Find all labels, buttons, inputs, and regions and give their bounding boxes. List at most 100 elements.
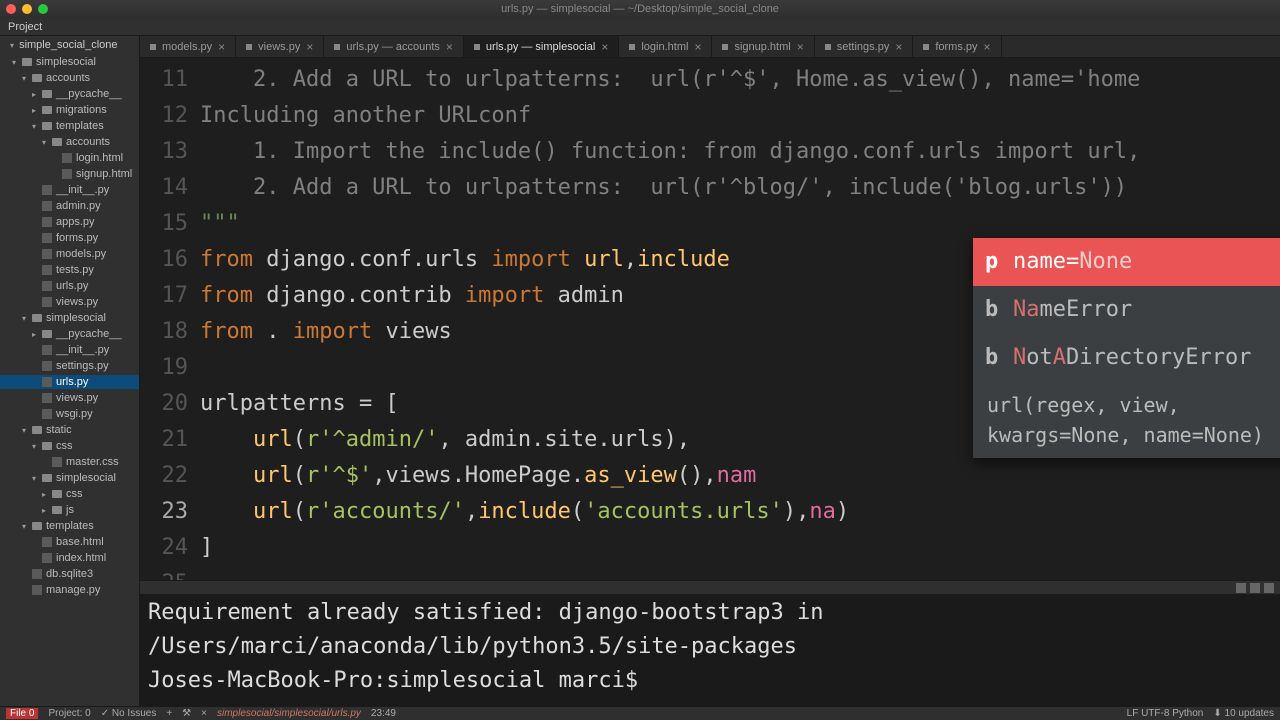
sidebar-file[interactable]: __init__.py bbox=[0, 343, 139, 357]
code-line[interactable]: 2. Add a URL to urlpatterns: url(r'^blog… bbox=[200, 170, 1280, 206]
close-icon[interactable] bbox=[1264, 583, 1274, 593]
code-line[interactable]: 2. Add a URL to urlpatterns: url(r'^$', … bbox=[200, 62, 1280, 98]
editor-tab[interactable]: login.html× bbox=[619, 36, 712, 57]
editor-tab[interactable]: urls.py — simplesocial× bbox=[464, 36, 619, 57]
autocomplete-item[interactable]: bNameError bbox=[973, 286, 1280, 334]
code-line[interactable]: 1. Import the include() function: from d… bbox=[200, 134, 1280, 170]
close-icon[interactable]: × bbox=[306, 40, 313, 54]
autocomplete-item[interactable]: bNotADirectoryError bbox=[973, 334, 1280, 382]
encoding-status[interactable]: LF UTF-8 Python bbox=[1127, 708, 1204, 719]
project-sidebar[interactable]: ▾ simple_social_clone ▾simplesocial▾acco… bbox=[0, 36, 140, 706]
sidebar-file[interactable]: tests.py bbox=[0, 263, 139, 277]
editor-tab[interactable]: forms.py× bbox=[913, 36, 1001, 57]
sidebar-file[interactable]: apps.py bbox=[0, 215, 139, 229]
terminal-panel[interactable]: Requirement already satisfied: django-bo… bbox=[140, 594, 1280, 706]
editor-tab[interactable]: settings.py× bbox=[815, 36, 914, 57]
code-line[interactable] bbox=[200, 566, 1280, 580]
tree-item-label: css bbox=[56, 440, 73, 452]
sidebar-folder[interactable]: ▾simplesocial bbox=[0, 311, 139, 325]
sidebar-file[interactable]: urls.py bbox=[0, 375, 139, 389]
sidebar-file[interactable]: master.css bbox=[0, 455, 139, 469]
panel-icon[interactable] bbox=[1250, 583, 1260, 593]
close-icon[interactable]: × bbox=[218, 40, 225, 54]
sidebar-folder[interactable]: ▾simplesocial bbox=[0, 55, 139, 69]
sidebar-folder[interactable]: ▾css bbox=[0, 439, 139, 453]
sidebar-file[interactable]: forms.py bbox=[0, 231, 139, 245]
sidebar-file[interactable]: signup.html bbox=[0, 167, 139, 181]
minimize-window-icon[interactable] bbox=[22, 4, 32, 14]
sidebar-folder[interactable]: ▾simplesocial bbox=[0, 471, 139, 485]
autocomplete-item[interactable]: pname=None bbox=[973, 238, 1280, 286]
sidebar-file[interactable]: index.html bbox=[0, 551, 139, 565]
file-icon bbox=[42, 233, 52, 243]
sidebar-file[interactable]: settings.py bbox=[0, 359, 139, 373]
close-icon[interactable]: × bbox=[601, 40, 608, 54]
sidebar-file[interactable]: db.sqlite3 bbox=[0, 567, 139, 581]
close-icon[interactable]: × bbox=[895, 40, 902, 54]
folder-icon bbox=[52, 506, 62, 514]
folder-icon bbox=[42, 106, 52, 114]
close-icon[interactable]: × bbox=[797, 40, 804, 54]
sidebar-file[interactable]: wsgi.py bbox=[0, 407, 139, 421]
add-icon[interactable]: + bbox=[166, 708, 172, 719]
panel-icon[interactable] bbox=[1236, 583, 1246, 593]
sidebar-folder[interactable]: ▸__pycache__ bbox=[0, 87, 139, 101]
sidebar-file[interactable]: base.html bbox=[0, 535, 139, 549]
chevron-down-icon: ▾ bbox=[20, 314, 28, 323]
code-line[interactable]: url(r'^$',views.HomePage.as_view(),nam bbox=[200, 458, 1280, 494]
sidebar-folder[interactable]: ▾accounts bbox=[0, 71, 139, 85]
file-icon bbox=[629, 44, 635, 50]
sidebar-folder[interactable]: ▸css bbox=[0, 487, 139, 501]
tree-item-label: templates bbox=[46, 520, 94, 532]
sidebar-file[interactable]: login.html bbox=[0, 151, 139, 165]
autocomplete-badge: b bbox=[985, 340, 999, 376]
sidebar-folder[interactable]: ▾templates bbox=[0, 119, 139, 133]
tree-item-label: forms.py bbox=[56, 232, 98, 244]
sidebar-file[interactable]: views.py bbox=[0, 295, 139, 309]
chevron-down-icon: ▾ bbox=[8, 41, 16, 50]
editor-tab[interactable]: urls.py — accounts× bbox=[324, 36, 464, 57]
file-icon bbox=[246, 44, 252, 50]
tree-item-label: __pycache__ bbox=[56, 88, 121, 100]
sidebar-folder[interactable]: ▾static bbox=[0, 423, 139, 437]
sidebar-folder[interactable]: ▾templates bbox=[0, 519, 139, 533]
close-window-icon[interactable] bbox=[6, 4, 16, 14]
sidebar-folder[interactable]: ▸js bbox=[0, 503, 139, 517]
code-editor[interactable]: 111213141516171819202122232425 2. Add a … bbox=[140, 58, 1280, 580]
sidebar-file[interactable]: views.py bbox=[0, 391, 139, 405]
sidebar-folder[interactable]: ▾accounts bbox=[0, 135, 139, 149]
folder-icon bbox=[42, 122, 52, 130]
close-icon[interactable]: × bbox=[984, 40, 991, 54]
code-line[interactable]: ] bbox=[200, 530, 1280, 566]
sidebar-file[interactable]: admin.py bbox=[0, 199, 139, 213]
code-line[interactable]: url(r'accounts/',include('accounts.urls'… bbox=[200, 494, 1280, 530]
autocomplete-popup[interactable]: pname=NonebNameErrorbNotADirectoryError … bbox=[973, 238, 1280, 458]
file-icon bbox=[42, 201, 52, 211]
close-icon[interactable]: × bbox=[201, 708, 207, 719]
sidebar-file[interactable]: __init__.py bbox=[0, 183, 139, 197]
updates-status[interactable]: ⬇ 10 updates bbox=[1213, 708, 1274, 719]
chevron-down-icon: ▾ bbox=[30, 122, 38, 131]
project-header-label: Project bbox=[8, 21, 42, 33]
editor-tab[interactable]: signup.html× bbox=[712, 36, 814, 57]
close-icon[interactable]: × bbox=[694, 40, 701, 54]
project-root[interactable]: ▾ simple_social_clone bbox=[0, 36, 139, 54]
close-icon[interactable]: × bbox=[446, 40, 453, 54]
editor-tab[interactable]: models.py× bbox=[140, 36, 236, 57]
sidebar-file[interactable]: urls.py bbox=[0, 279, 139, 293]
sidebar-file[interactable]: models.py bbox=[0, 247, 139, 261]
tree-item-label: simplesocial bbox=[36, 56, 96, 68]
code-line[interactable]: """ bbox=[200, 206, 1280, 242]
editor-tab[interactable]: views.py× bbox=[236, 36, 324, 57]
sidebar-file[interactable]: manage.py bbox=[0, 583, 139, 597]
sidebar-folder[interactable]: ▸migrations bbox=[0, 103, 139, 117]
chevron-down-icon: ▾ bbox=[20, 74, 28, 83]
maximize-window-icon[interactable] bbox=[38, 4, 48, 14]
sidebar-folder[interactable]: ▸__pycache__ bbox=[0, 327, 139, 341]
tools-icon[interactable]: ⚒ bbox=[182, 708, 191, 719]
project-status[interactable]: Project: 0 bbox=[48, 708, 90, 719]
code-line[interactable]: Including another URLconf bbox=[200, 98, 1280, 134]
issues-status[interactable]: ✓ No Issues bbox=[101, 708, 157, 719]
chevron-right-icon: ▸ bbox=[40, 506, 48, 515]
file-badge[interactable]: File 0 bbox=[6, 708, 38, 719]
